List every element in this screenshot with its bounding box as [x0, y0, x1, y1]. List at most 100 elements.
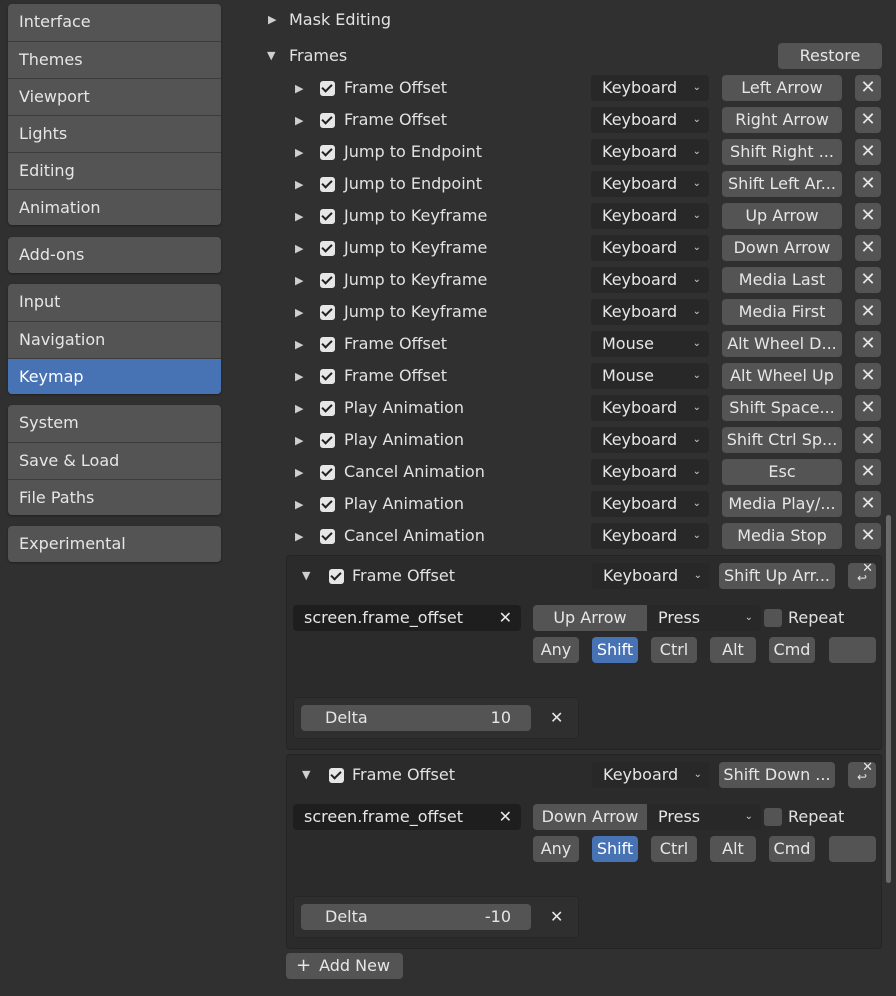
key-modifier-button[interactable] [829, 836, 876, 862]
input-type-dropdown[interactable]: Keyboard ⌄ [591, 427, 709, 453]
enable-checkbox[interactable] [320, 465, 335, 480]
triangle-right-icon[interactable]: ▶ [295, 402, 303, 415]
modifier-shift-button[interactable]: Shift [592, 637, 638, 663]
x-icon[interactable]: ✕ [855, 267, 881, 293]
key-binding-button[interactable]: Right Arrow [722, 107, 842, 133]
key-binding-button[interactable]: Alt Wheel Up [722, 363, 842, 389]
input-type-dropdown[interactable]: Keyboard ⌄ [592, 762, 710, 788]
x-icon[interactable]: ✕ [855, 139, 881, 165]
enable-checkbox[interactable] [320, 241, 335, 256]
sidebar-item-keymap[interactable]: Keymap [8, 358, 221, 394]
enable-checkbox[interactable] [320, 369, 335, 384]
triangle-right-icon[interactable]: ▶ [295, 338, 303, 351]
input-type-dropdown[interactable]: Keyboard ⌄ [591, 171, 709, 197]
sidebar-item-themes[interactable]: Themes [8, 41, 221, 78]
triangle-right-icon[interactable]: ▶ [295, 114, 303, 127]
key-binding-button[interactable]: Shift Right ... [722, 139, 842, 165]
key-binding-button[interactable]: Media Stop [722, 523, 842, 549]
sidebar-item-file-paths[interactable]: File Paths [8, 479, 221, 515]
key-binding-button[interactable]: Media First [722, 299, 842, 325]
x-icon[interactable]: ✕ [550, 708, 563, 727]
x-icon[interactable]: ✕ [855, 171, 881, 197]
triangle-right-icon[interactable]: ▶ [295, 370, 303, 383]
modifier-cmd-button[interactable]: Cmd [769, 836, 815, 862]
x-icon[interactable]: ✕ [855, 75, 881, 101]
input-type-dropdown[interactable]: Keyboard ⌄ [591, 395, 709, 421]
triangle-right-icon[interactable]: ▶ [295, 530, 303, 543]
input-type-dropdown[interactable]: Mouse ⌄ [591, 363, 709, 389]
enable-checkbox[interactable] [320, 401, 335, 416]
sidebar-item-system[interactable]: System [8, 405, 221, 442]
enable-checkbox[interactable] [320, 209, 335, 224]
triangle-right-icon[interactable]: ▶ [268, 13, 276, 26]
modifier-alt-button[interactable]: Alt [710, 836, 756, 862]
sidebar-item-interface[interactable]: Interface [8, 4, 221, 41]
triangle-down-icon[interactable]: ▼ [267, 49, 275, 62]
x-icon[interactable]: ✕ [499, 605, 512, 631]
x-icon[interactable]: ✕ [855, 107, 881, 133]
event-type-dropdown[interactable]: Press ⌄ [647, 605, 761, 631]
triangle-right-icon[interactable]: ▶ [295, 178, 303, 191]
section-frames[interactable]: Frames [289, 46, 347, 65]
repeat-checkbox[interactable] [764, 609, 782, 627]
input-type-dropdown[interactable]: Mouse ⌄ [591, 331, 709, 357]
key-binding-button[interactable]: Shift Down ... [719, 762, 835, 788]
operator-idname-field[interactable]: screen.frame_offset ✕ [293, 804, 521, 830]
input-type-dropdown[interactable]: Keyboard ⌄ [591, 139, 709, 165]
restore-item-button[interactable]: ↩ ✕ [848, 561, 876, 589]
enable-checkbox[interactable] [329, 569, 344, 584]
key-binding-button[interactable]: Up Arrow [722, 203, 842, 229]
x-icon[interactable]: ✕ [550, 907, 563, 926]
input-type-dropdown[interactable]: Keyboard ⌄ [591, 523, 709, 549]
restore-button[interactable]: Restore [778, 43, 882, 69]
triangle-right-icon[interactable]: ▶ [295, 434, 303, 447]
key-binding-button[interactable]: Shift Left Ar... [722, 171, 842, 197]
x-icon[interactable]: ✕ [499, 804, 512, 830]
sidebar-item-save-load[interactable]: Save & Load [8, 442, 221, 479]
section-mask-editing[interactable]: Mask Editing [289, 10, 391, 29]
sidebar-item-animation[interactable]: Animation [8, 189, 221, 225]
sidebar-item-experimental[interactable]: Experimental [8, 526, 221, 562]
scrollbar[interactable] [886, 515, 891, 883]
enable-checkbox[interactable] [320, 177, 335, 192]
add-new-button[interactable]: + Add New [286, 953, 403, 979]
x-icon[interactable]: ✕ [855, 299, 881, 325]
enable-checkbox[interactable] [329, 768, 344, 783]
key-binding-button[interactable]: Shift Ctrl Sp... [722, 427, 842, 453]
delta-field[interactable]: Delta 10 [301, 705, 531, 731]
sidebar-item-editing[interactable]: Editing [8, 152, 221, 189]
input-type-dropdown[interactable]: Keyboard ⌄ [591, 235, 709, 261]
input-type-dropdown[interactable]: Keyboard ⌄ [591, 203, 709, 229]
repeat-checkbox[interactable] [764, 808, 782, 826]
key-name-button[interactable]: Up Arrow [533, 605, 647, 631]
enable-checkbox[interactable] [320, 433, 335, 448]
enable-checkbox[interactable] [320, 497, 335, 512]
delta-field[interactable]: Delta -10 [301, 904, 531, 930]
modifier-cmd-button[interactable]: Cmd [769, 637, 815, 663]
input-type-dropdown[interactable]: Keyboard ⌄ [591, 491, 709, 517]
triangle-right-icon[interactable]: ▶ [295, 242, 303, 255]
enable-checkbox[interactable] [320, 145, 335, 160]
modifier-ctrl-button[interactable]: Ctrl [651, 637, 697, 663]
event-type-dropdown[interactable]: Press ⌄ [647, 804, 761, 830]
sidebar-item-lights[interactable]: Lights [8, 115, 221, 152]
modifier-any-button[interactable]: Any [533, 637, 579, 663]
input-type-dropdown[interactable]: Keyboard ⌄ [591, 299, 709, 325]
sidebar-item-input[interactable]: Input [8, 284, 221, 321]
restore-item-button[interactable]: ↩ ✕ [848, 760, 876, 788]
input-type-dropdown[interactable]: Keyboard ⌄ [592, 563, 710, 589]
x-icon[interactable]: ✕ [855, 427, 881, 453]
triangle-right-icon[interactable]: ▶ [295, 146, 303, 159]
x-icon[interactable]: ✕ [855, 459, 881, 485]
x-icon[interactable]: ✕ [855, 363, 881, 389]
enable-checkbox[interactable] [320, 305, 335, 320]
input-type-dropdown[interactable]: Keyboard ⌄ [591, 107, 709, 133]
x-icon[interactable]: ✕ [855, 235, 881, 261]
key-modifier-button[interactable] [829, 637, 876, 663]
triangle-right-icon[interactable]: ▶ [295, 466, 303, 479]
x-icon[interactable]: ✕ [855, 491, 881, 517]
x-icon[interactable]: ✕ [855, 331, 881, 357]
key-binding-button[interactable]: Shift Up Arr... [719, 563, 835, 589]
triangle-down-icon[interactable]: ▼ [302, 569, 310, 582]
enable-checkbox[interactable] [320, 273, 335, 288]
